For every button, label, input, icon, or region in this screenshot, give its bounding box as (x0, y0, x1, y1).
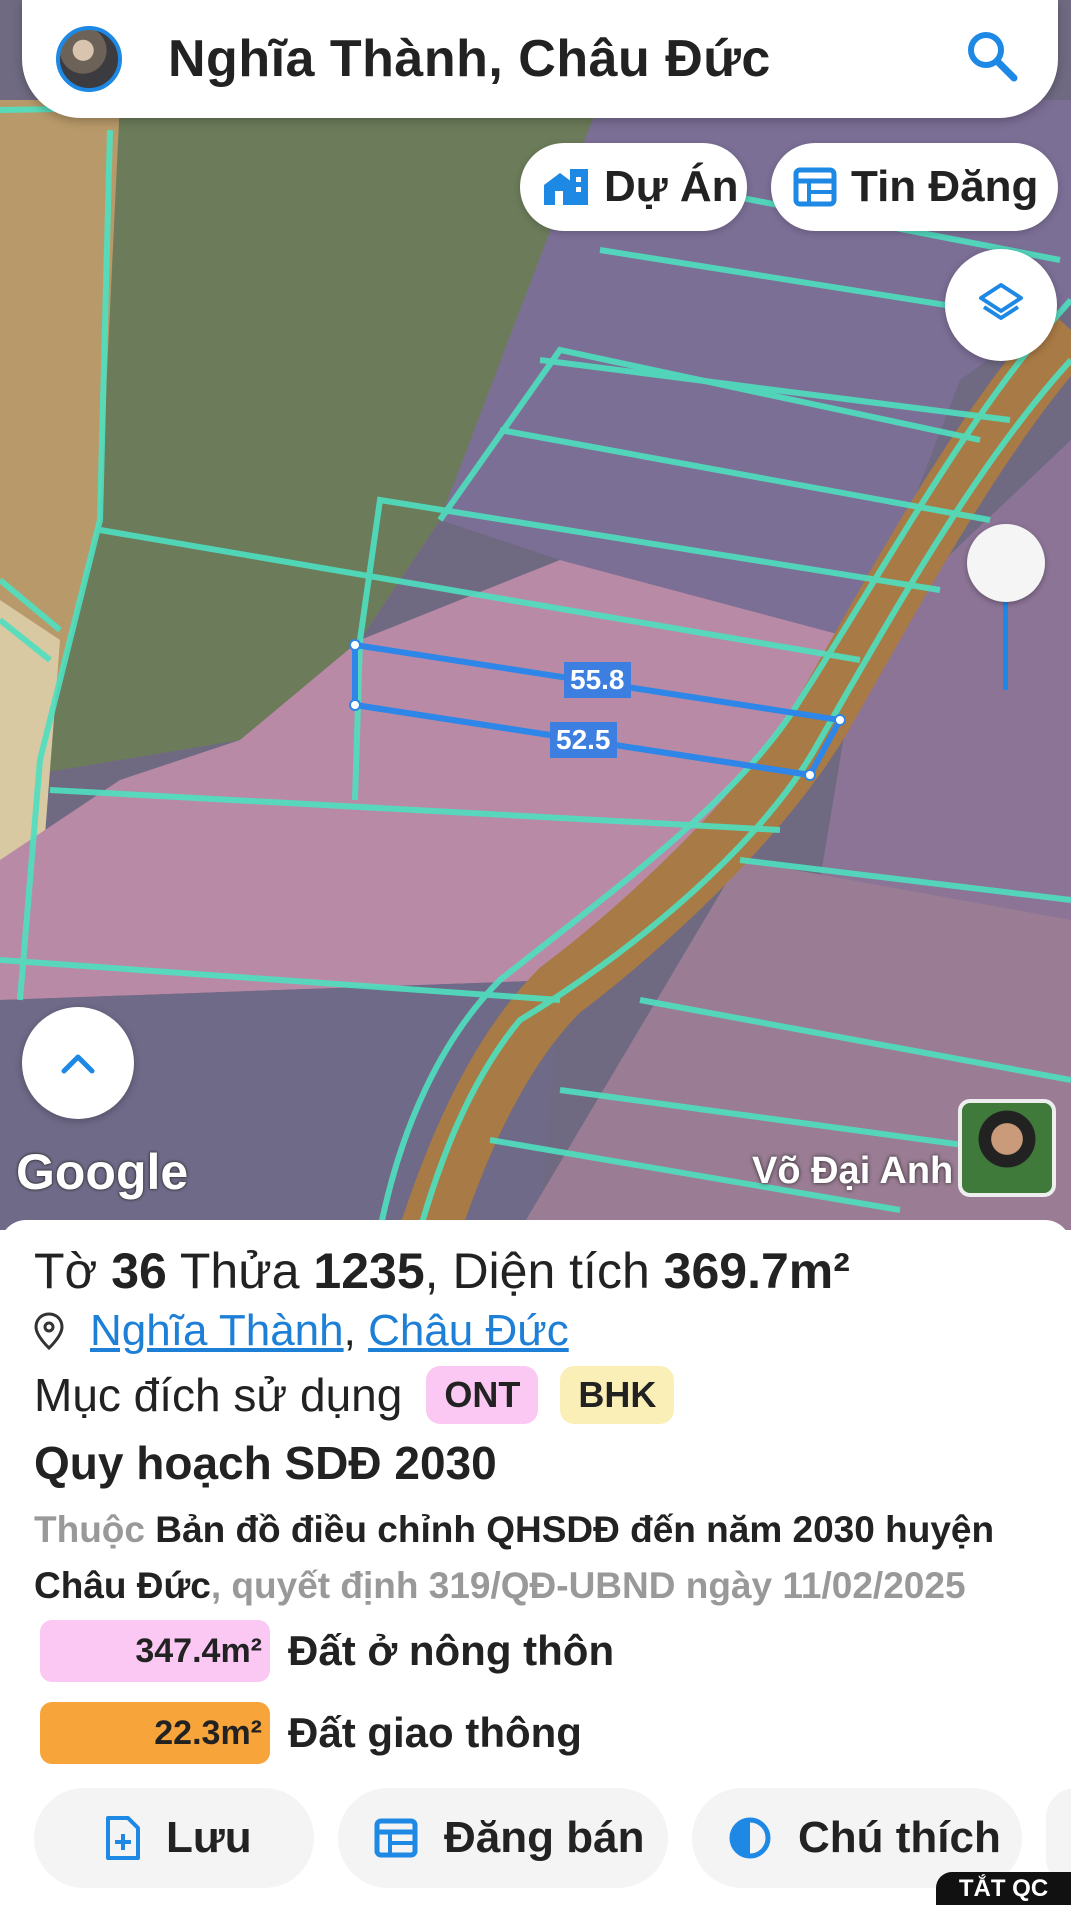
measure-label-top: 55.8 (564, 662, 631, 698)
save-button[interactable]: Lưu (34, 1788, 314, 1888)
user-avatar[interactable] (56, 26, 122, 92)
ward-link[interactable]: Nghĩa Thành (90, 1306, 344, 1356)
watermark-photo (958, 1099, 1056, 1197)
post-sale-button[interactable]: Đăng bán (338, 1788, 668, 1888)
planning-title: Quy hoạch SDĐ 2030 (34, 1437, 497, 1489)
du-an-label: Dự Án (604, 162, 739, 211)
layers-button[interactable] (945, 249, 1057, 361)
legend-amount: 22.3m² (40, 1702, 270, 1764)
decision-text: , quyết định 319/QĐ-UBND ngày 11/02/2025 (210, 1565, 966, 1606)
hide-ads-button[interactable]: TẮT QC (936, 1872, 1071, 1905)
opacity-slider-knob[interactable] (967, 524, 1045, 602)
chevron-up-icon (61, 1054, 95, 1074)
expand-button[interactable] (22, 1007, 134, 1119)
to-value: 36 (111, 1243, 167, 1299)
legend-row-residential: 347.4m² Đất ở nông thôn (40, 1620, 614, 1682)
listing-icon (374, 1818, 418, 1858)
legend-label: Đất ở nông thôn (288, 1627, 615, 1674)
legend-label: Đất giao thông (288, 1709, 582, 1756)
location-title[interactable]: Nghĩa Thành, Châu Đức (168, 29, 771, 89)
tin-dang-label: Tin Đăng (851, 162, 1039, 211)
search-icon[interactable] (962, 26, 1022, 86)
listing-icon (793, 167, 837, 207)
watermark-text: Võ Đại Anh (752, 1150, 954, 1192)
map-view[interactable]: 55.8 52.5 Nghĩa Thành, Châu Đức Dự Án Ti… (0, 0, 1071, 1230)
land-use-row: Mục đích sử dụng ONT BHK (34, 1366, 675, 1424)
building-icon (544, 169, 588, 205)
parcel-summary: Tờ 36 Thửa 1235, Diện tích 369.7m² (34, 1242, 850, 1300)
location-links: Nghĩa Thành, Châu Đức (34, 1306, 569, 1356)
thuoc-label: Thuộc (34, 1509, 145, 1550)
parcel-info-sheet: Tờ 36 Thửa 1235, Diện tích 369.7m² Nghĩa… (0, 1220, 1071, 1905)
save-label: Lưu (166, 1813, 252, 1862)
file-add-icon (106, 1816, 140, 1860)
district-link[interactable]: Châu Đức (368, 1306, 569, 1356)
tag-ont: ONT (426, 1366, 539, 1424)
tag-bhk: BHK (560, 1366, 675, 1424)
land-use-label: Mục đích sử dụng (34, 1369, 403, 1421)
thua-label: Thửa (179, 1243, 300, 1299)
legend-amount: 347.4m² (40, 1620, 270, 1682)
post-sale-label: Đăng bán (444, 1813, 645, 1862)
dientich-label: , Diện tích (424, 1243, 650, 1299)
google-logo: Google (16, 1144, 189, 1200)
thua-value: 1235 (313, 1243, 425, 1299)
search-bar[interactable]: Nghĩa Thành, Châu Đức (22, 0, 1058, 118)
contrast-icon (729, 1817, 771, 1859)
layers-icon (979, 283, 1023, 320)
legend-row-transport: 22.3m² Đất giao thông (40, 1702, 582, 1764)
to-label: Tờ (34, 1243, 98, 1299)
dientich-value: 369.7m² (663, 1243, 850, 1299)
du-an-button[interactable]: Dự Án (520, 143, 747, 231)
location-pin-icon (34, 1312, 64, 1350)
planning-description: Thuộc Bản đồ điều chỉnh QHSDĐ đến năm 20… (34, 1502, 1044, 1614)
legend-label-btn: Chú thích (798, 1813, 1001, 1862)
measure-label-bottom: 52.5 (550, 722, 617, 758)
tin-dang-button[interactable]: Tin Đăng (771, 143, 1058, 231)
